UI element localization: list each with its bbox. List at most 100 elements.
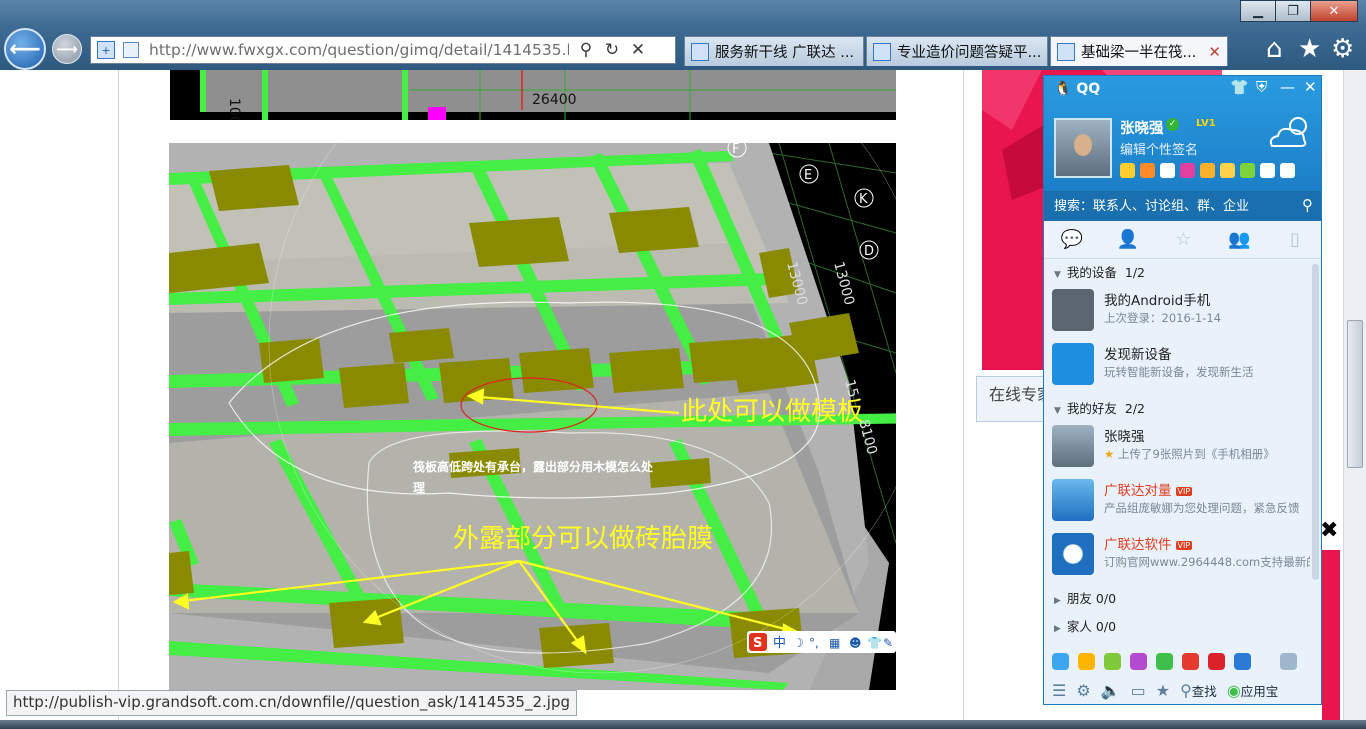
browser-chrome: ▁ ❐ ✕ ⟵ ⟶ + http://www.fwxgx.com/questio…	[0, 0, 1366, 70]
scrollbar-thumb[interactable]	[1347, 320, 1363, 468]
item-subtitle: 玩转智能新设备，发现新生活	[1104, 365, 1254, 379]
address-bar[interactable]: + http://www.fwxgx.com/question/gimq/det…	[90, 36, 676, 64]
qq-signature[interactable]: 编辑个性签名	[1120, 139, 1198, 158]
question-image-1[interactable]: 100 26400	[170, 70, 896, 120]
status-bar: http://publish-vip.grandsoft.com.cn/down…	[6, 690, 577, 716]
list-item-device-android[interactable]: 我的Android手机 上次登录：2016-1-14	[1052, 289, 1314, 335]
mail-icon[interactable]	[1160, 163, 1175, 178]
penguin-icon[interactable]	[1078, 652, 1095, 670]
qq-shield-icon[interactable]: ⛨	[1256, 78, 1267, 96]
compat-view-icon[interactable]: +	[97, 41, 115, 59]
search-icon: ⚲	[1180, 680, 1192, 700]
triangle-right-icon: ▶	[1054, 596, 1061, 606]
search-icon[interactable]: ⚲	[1302, 196, 1313, 214]
list-item-friend[interactable]: 张晓强 ★ 上传了9张照片到《手机相册》	[1052, 425, 1314, 471]
search-icon[interactable]: ⚲	[577, 40, 595, 60]
page-scrollbar[interactable]	[1343, 70, 1366, 720]
stop-icon[interactable]: ✕	[629, 40, 647, 60]
grid-icon[interactable]	[1280, 163, 1295, 178]
weather-cloud-icon[interactable]	[1266, 112, 1314, 152]
qq-app-bar	[1044, 648, 1321, 674]
tab-contacts-icon[interactable]: 👤	[1100, 221, 1156, 258]
flower-icon[interactable]	[1130, 652, 1147, 670]
group-count: 2/2	[1124, 401, 1146, 416]
folder-icon[interactable]: ▭	[1131, 681, 1146, 700]
chart-icon[interactable]	[1182, 652, 1199, 670]
menu-icon[interactable]: ☰	[1052, 681, 1066, 700]
advertisement-strip[interactable]	[1322, 550, 1340, 720]
item-subtitle: ★ 上传了9张照片到《手机相册》	[1104, 446, 1310, 462]
shop-icon[interactable]	[1200, 163, 1215, 178]
back-button[interactable]: ⟵	[4, 28, 46, 70]
qzone-icon[interactable]	[1052, 652, 1069, 670]
annotation-small-line2: 理	[413, 481, 425, 495]
star-icon[interactable]	[1120, 163, 1135, 178]
shirt-icon[interactable]	[1260, 163, 1275, 178]
qq-scrollbar[interactable]	[1312, 264, 1319, 580]
verified-icon: ✓	[1166, 118, 1179, 131]
grid-icon[interactable]	[1280, 652, 1297, 670]
dimension-label: 100	[226, 98, 242, 120]
minimize-button[interactable]: ▁	[1240, 0, 1276, 22]
zone-icon[interactable]	[1140, 163, 1155, 178]
group-family[interactable]: ▶ 家人 0/0	[1054, 616, 1116, 635]
game-icon[interactable]	[1104, 652, 1121, 670]
content-border	[118, 70, 119, 720]
bookmark-icon[interactable]: ★	[1156, 681, 1170, 700]
restore-button[interactable]: ❐	[1275, 0, 1311, 22]
app-icon[interactable]	[1180, 163, 1195, 178]
tab-service[interactable]: 服务新干线 广联达 ...	[684, 36, 864, 66]
qq-search-bar[interactable]: 搜索：联系人、讨论组、群、企业 ⚲	[1044, 191, 1321, 221]
avatar[interactable]	[1054, 118, 1112, 178]
arrow-right-icon: ⟶	[56, 40, 78, 58]
qq-close-icon[interactable]: ✕	[1304, 78, 1317, 96]
tab-groups-icon[interactable]: 👥	[1211, 221, 1267, 258]
forward-button[interactable]: ⟶	[52, 34, 82, 64]
tools-icon[interactable]	[1240, 163, 1255, 178]
window-controls: ▁ ❐ ✕	[1240, 0, 1358, 22]
tab-messages-icon[interactable]: 💬	[1044, 221, 1100, 258]
online-expert-box[interactable]: 在线专家	[976, 376, 1053, 422]
find-button[interactable]: ⚲查找	[1180, 681, 1217, 700]
group-label: 朋友	[1066, 591, 1092, 606]
list-item-friend[interactable]: 广联达软件 VIP 订购官网www.2964448.com支持最新的	[1052, 533, 1314, 579]
tab-active[interactable]: 基础梁一半在筏... ✕	[1050, 36, 1228, 66]
device-icon	[1052, 343, 1094, 385]
volume-icon[interactable]: 🔈	[1101, 681, 1121, 700]
security-icon[interactable]	[1234, 652, 1251, 670]
qq-skin-icon[interactable]: 👕	[1230, 78, 1249, 96]
close-tab-icon[interactable]: ✕	[1208, 43, 1221, 61]
dimension-label: 26400	[532, 92, 577, 108]
ime-label: 中	[773, 636, 786, 651]
close-ad-icon[interactable]: ✖	[1320, 518, 1338, 543]
tab-qa-platform[interactable]: 专业造价问题答疑平...	[866, 36, 1048, 66]
qq-app-icons	[1120, 163, 1295, 178]
qq-user-name[interactable]: 张晓强	[1120, 117, 1164, 138]
group-devices[interactable]: ▼ 我的设备 1/2	[1054, 262, 1145, 281]
url-text[interactable]: http://www.fwxgx.com/question/gimq/detai…	[149, 41, 569, 59]
item-title-text: 广联达软件	[1104, 537, 1172, 553]
gear-icon[interactable]: ⚙	[1076, 681, 1090, 700]
list-item-new-device[interactable]: 发现新设备 玩转智能新设备，发现新生活	[1052, 343, 1314, 389]
gear-icon[interactable]: ⚙	[1331, 34, 1354, 64]
qq-minimize-icon[interactable]: —	[1280, 78, 1295, 96]
tab-phone-icon[interactable]: ▯	[1267, 221, 1321, 258]
tab-label: 专业造价问题答疑平...	[897, 45, 1042, 61]
favorites-star-icon[interactable]: ★	[1298, 34, 1321, 64]
jd-icon[interactable]	[1208, 652, 1225, 670]
wallet-icon[interactable]	[1220, 163, 1235, 178]
svg-text:☽: ☽	[793, 636, 804, 650]
refresh-icon[interactable]: ↻	[603, 40, 621, 60]
play-icon[interactable]	[1156, 652, 1173, 670]
qq-panel: 🐧 QQ 👕 ⛨ — ✕ 张晓强 ✓ LV1 编辑个性签名 搜索：联系人、讨论组…	[1043, 75, 1322, 705]
svg-text:°,: °,	[809, 636, 819, 650]
item-subtitle: 订购官网www.2964448.com支持最新的	[1104, 555, 1310, 569]
tab-favorites-icon[interactable]: ☆	[1156, 221, 1212, 258]
group-friends[interactable]: ▶ 朋友 0/0	[1054, 588, 1116, 607]
app-store-button[interactable]: ◉应用宝	[1227, 681, 1278, 700]
home-icon[interactable]: ⌂	[1266, 34, 1283, 64]
question-image-2[interactable]: F E K D 13000 13000 15 8100 筏板高低跨处有承台，露出…	[169, 143, 896, 690]
close-window-button[interactable]: ✕	[1310, 0, 1358, 22]
group-my-friends[interactable]: ▼ 我的好友 2/2	[1054, 398, 1145, 417]
list-item-friend[interactable]: 广联达对量 VIP 产品组庞敏娜为您处理问题，紧急反馈	[1052, 479, 1314, 525]
